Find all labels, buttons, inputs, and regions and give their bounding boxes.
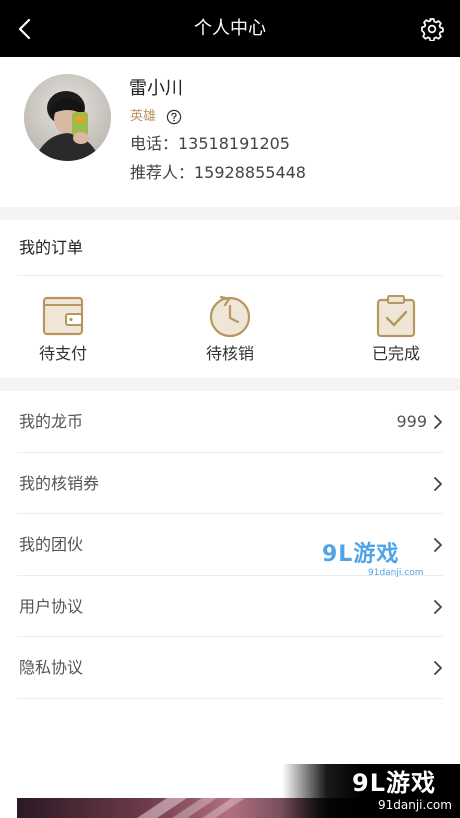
- menu-item-label: 我的龙币: [19, 412, 84, 431]
- user-phone: 电话：13518191205: [130, 134, 290, 153]
- question-circle-icon[interactable]: [166, 109, 182, 125]
- profile-card: 雷小川 英雄 电话：13518191205 推荐人：15928855448: [0, 57, 460, 207]
- chevron-right-icon: [434, 661, 442, 675]
- user-name: 雷小川: [129, 78, 183, 99]
- chevron-right-icon: [434, 538, 442, 552]
- page-title: 个人中心: [194, 18, 266, 39]
- gear-icon[interactable]: [420, 17, 444, 41]
- section-divider: [0, 207, 460, 220]
- section-divider: [0, 378, 460, 391]
- user-referrer: 推荐人：15928855448: [130, 163, 306, 182]
- top-bar: 个人中心: [0, 0, 460, 57]
- watermark-logo: 9L游戏 91danji.com: [322, 542, 423, 580]
- menu-item-dragon-coins[interactable]: 我的龙币 999: [17, 391, 443, 453]
- menu-item-user-agreement[interactable]: 用户协议: [17, 576, 443, 637]
- order-label: 待支付: [38, 344, 87, 363]
- watermark-logo-text: 9L游戏: [322, 542, 400, 567]
- my-orders-title: 我的订单: [19, 238, 84, 257]
- chevron-right-icon: [434, 476, 442, 491]
- watermark-corner: 9L游戏 91danji.com: [282, 764, 460, 818]
- clipboard-check-icon: [376, 295, 416, 338]
- wallet-icon: [42, 296, 84, 336]
- watermark-url: 91danji.com: [378, 798, 452, 812]
- menu-item-label: 我的团伙: [19, 535, 84, 554]
- menu-item-label: 我的核销券: [19, 473, 100, 493]
- order-label: 待核销: [205, 344, 254, 363]
- order-completed[interactable]: 已完成: [346, 294, 446, 364]
- my-orders-section: 我的订单 待支付 待核销 已完成: [0, 220, 460, 378]
- dragon-coin-balance: 999: [396, 412, 427, 431]
- chevron-right-icon: [434, 599, 442, 614]
- divider: [17, 275, 443, 276]
- chevron-right-icon: [434, 415, 442, 429]
- watermark-logo-text: 9L游戏: [352, 769, 436, 797]
- user-level-badge: 英雄: [130, 109, 157, 124]
- order-label: 已完成: [371, 344, 420, 363]
- watermark-url: 91danji.com: [368, 568, 424, 578]
- menu-item-vouchers[interactable]: 我的核销券: [17, 453, 443, 514]
- clock-icon: [209, 295, 251, 338]
- menu-item-label: 隐私协议: [19, 658, 84, 677]
- menu-item-label: 用户协议: [19, 596, 84, 616]
- avatar[interactable]: [24, 74, 111, 161]
- order-pending-verification[interactable]: 待核销: [180, 294, 280, 364]
- avatar-image: [24, 74, 111, 161]
- menu-item-privacy-agreement[interactable]: 隐私协议: [17, 637, 443, 699]
- order-pending-payment[interactable]: 待支付: [13, 294, 113, 364]
